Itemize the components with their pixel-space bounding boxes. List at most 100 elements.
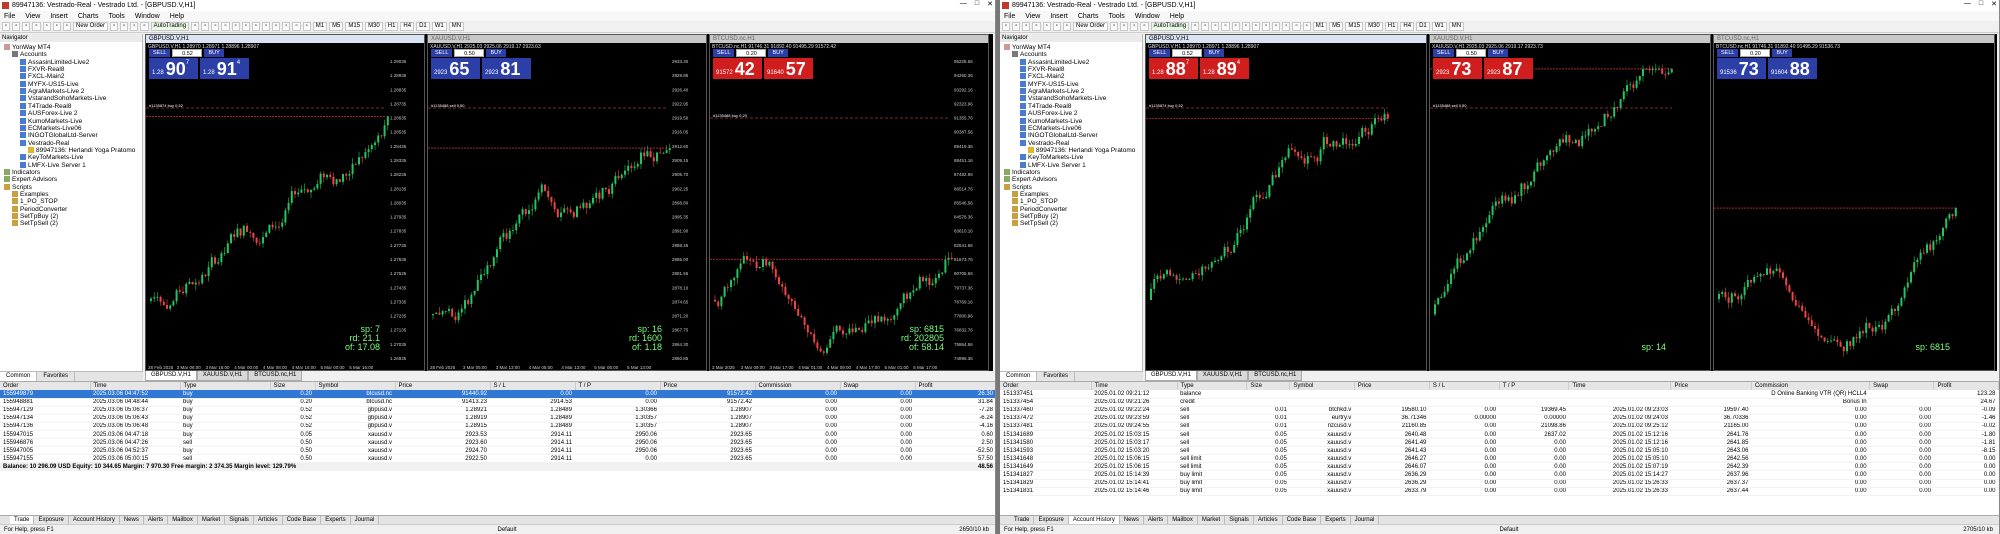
terminal-tab[interactable]: Exposure: [34, 516, 69, 524]
sell-price-box[interactable]: 91572 42: [713, 58, 762, 79]
chart-tab[interactable]: GBPUSD.V,H1: [145, 371, 197, 381]
table-row[interactable]: 151341831 2025.01.02 15:14:46 buy limit 0.0…: [1000, 487, 1999, 496]
terminal-tab[interactable]: Trade: [10, 516, 35, 524]
menu-tools[interactable]: Tools: [1108, 13, 1124, 20]
terminal-tab[interactable]: Signals: [225, 516, 254, 524]
maximize-icon[interactable]: □: [975, 0, 979, 8]
column-header[interactable]: Time: [90, 382, 181, 390]
toolbar-icon[interactable]: ▫: [1292, 22, 1301, 31]
period-h4[interactable]: H4: [400, 22, 415, 31]
column-header[interactable]: Swap: [1869, 382, 1935, 390]
period-m30[interactable]: M30: [1365, 22, 1383, 31]
toolbar-icon[interactable]: ▫: [42, 22, 51, 31]
buy-price-box[interactable]: 2923 81: [482, 58, 531, 79]
buy-price-box[interactable]: 91640 57: [764, 58, 813, 79]
autotrading-button[interactable]: AutoTrading: [150, 22, 190, 31]
toolbar-icon[interactable]: ▫: [130, 22, 139, 31]
terminal-tab[interactable]: Articles: [254, 516, 283, 524]
column-header[interactable]: S / L: [490, 382, 576, 390]
toolbar-icon[interactable]: ▫: [262, 22, 271, 31]
table-row[interactable]: 151337460 2025.01.02 09:22:24 sell 0.01 btch…: [1000, 406, 1999, 415]
price-chart[interactable]: GBPUSD.V,H1 1.28970 1.28971 1.28896 1.28…: [146, 43, 425, 371]
toolbar-icon[interactable]: ▫: [1120, 22, 1129, 31]
column-header[interactable]: Type: [1177, 382, 1248, 390]
chart-window[interactable]: GBPUSD.V,H1 GBPUSD.V,H1 1.28970 1.28971 1…: [145, 34, 425, 371]
sell-button[interactable]: SELL: [713, 49, 735, 57]
table-row[interactable]: 155947155 2025.03.06 05:00:15 sell 0.50 xauu…: [0, 454, 995, 464]
close-icon[interactable]: ✕: [1991, 0, 1997, 8]
sell-button[interactable]: SELL: [431, 49, 453, 57]
toolbar-icon[interactable]: ▫: [1140, 22, 1149, 31]
lot-size-input[interactable]: 0.50: [454, 49, 485, 57]
table-row[interactable]: 151341593 2025.01.02 15:03:20 sell 0.05 xauu…: [1000, 446, 1999, 456]
sell-price-box[interactable]: 91536 73: [1717, 58, 1766, 79]
toolbar-icon[interactable]: ▫: [120, 22, 129, 31]
buy-price-box[interactable]: 1.28 91 4: [200, 58, 249, 79]
column-header[interactable]: Time: [1568, 382, 1672, 390]
new-order-button[interactable]: New Order: [1072, 22, 1108, 31]
toolbar-icon[interactable]: ▫: [1022, 22, 1031, 31]
navigator-item[interactable]: SetTpSell (2): [1012, 220, 1058, 228]
price-chart[interactable]: XAUUSD.V,H1 2925.03 2925.06 2919.17 2923…: [1430, 43, 1711, 371]
lot-size-input[interactable]: 0.52: [1172, 49, 1203, 57]
toolbar-icon[interactable]: ▫: [140, 22, 149, 31]
terminal-tab[interactable]: News: [1120, 516, 1144, 524]
column-header[interactable]: Time: [1091, 382, 1178, 390]
chart-window[interactable]: XAUUSD.V,H1 XAUUSD.V,H1 2925.03 2925.06 2…: [427, 34, 707, 371]
period-m1[interactable]: M1: [312, 22, 328, 31]
column-header[interactable]: S / L: [1429, 382, 1500, 390]
period-mn[interactable]: MN: [448, 22, 465, 31]
toolbar-icon[interactable]: ▫: [1221, 22, 1230, 31]
table-row[interactable]: 151341829 2025.01.02 15:14:41 buy limit 0.0…: [1000, 479, 1999, 488]
toolbar-icon[interactable]: ▫: [1042, 22, 1051, 31]
menu-view[interactable]: View: [25, 13, 40, 20]
period-w1[interactable]: W1: [431, 22, 447, 31]
column-header[interactable]: T / P: [575, 382, 661, 390]
toolbar-icon[interactable]: ▫: [1231, 22, 1240, 31]
period-mn[interactable]: MN: [1448, 22, 1465, 31]
column-header[interactable]: T / P: [1499, 382, 1570, 390]
toolbar-icon[interactable]: ▫: [1262, 22, 1271, 31]
buy-button[interactable]: BUY: [1204, 49, 1224, 57]
terminal-tab[interactable]: News: [120, 516, 144, 524]
buy-button[interactable]: BUY: [1772, 49, 1792, 57]
chart-tab[interactable]: XAUUSD.V,H1: [1196, 371, 1249, 381]
toolbar-icon[interactable]: ▫: [52, 22, 61, 31]
toolbar-icon[interactable]: ▫: [110, 22, 119, 31]
buy-button[interactable]: BUY: [486, 49, 506, 57]
toolbar-icon[interactable]: ▫: [22, 22, 31, 31]
table-row[interactable]: 155947015 2025.03.06 04:47:18 buy 0.05 xauus…: [0, 430, 995, 440]
period-h1[interactable]: H1: [384, 22, 399, 31]
column-header[interactable]: Price: [395, 382, 491, 390]
menu-help[interactable]: Help: [1170, 13, 1184, 20]
toolbar-icon[interactable]: ▫: [1302, 22, 1311, 31]
chart-tab[interactable]: GBPUSD.V,H1: [1145, 371, 1197, 381]
sell-price-box[interactable]: 2923 65: [431, 58, 480, 79]
toolbar-icon[interactable]: ▫: [211, 22, 220, 31]
terminal-tab[interactable]: Account History: [69, 516, 120, 524]
menu-tools[interactable]: Tools: [108, 13, 124, 20]
terminal-tab[interactable]: Articles: [1254, 516, 1283, 524]
column-header[interactable]: Size: [270, 382, 316, 390]
column-header[interactable]: Size: [1246, 382, 1291, 390]
buy-price-box[interactable]: 2923 87: [1484, 58, 1533, 79]
menu-window[interactable]: Window: [135, 13, 160, 20]
toolbar-icon[interactable]: ▫: [1130, 22, 1139, 31]
toolbar-icon[interactable]: ▫: [1201, 22, 1210, 31]
toolbar-icon[interactable]: ▫: [221, 22, 230, 31]
sell-button[interactable]: SELL: [1717, 49, 1739, 57]
menu-window[interactable]: Window: [1135, 13, 1160, 20]
buy-button[interactable]: BUY: [768, 49, 788, 57]
period-d1[interactable]: D1: [1416, 22, 1430, 31]
price-chart[interactable]: BTCUSD.nc,H1 91746.31 91892.40 91495.29 …: [710, 43, 989, 371]
column-header[interactable]: Commission: [1751, 382, 1871, 390]
price-chart[interactable]: XAUUSD.V,H1 2925.03 2925.06 2919.17 2923…: [428, 43, 707, 371]
toolbar-icon[interactable]: ▫: [292, 22, 301, 31]
toolbar-icon[interactable]: ▫: [32, 22, 41, 31]
terminal-tab[interactable]: Alerts: [1144, 516, 1169, 524]
terminal-tab[interactable]: Journal: [1351, 516, 1380, 524]
terminal-tab[interactable]: Code Base: [283, 516, 322, 524]
chart-tab[interactable]: BTCUSD.nc,H1: [248, 371, 303, 381]
period-m5[interactable]: M5: [329, 22, 344, 31]
terminal-tab[interactable]: Mailbox: [1168, 516, 1198, 524]
